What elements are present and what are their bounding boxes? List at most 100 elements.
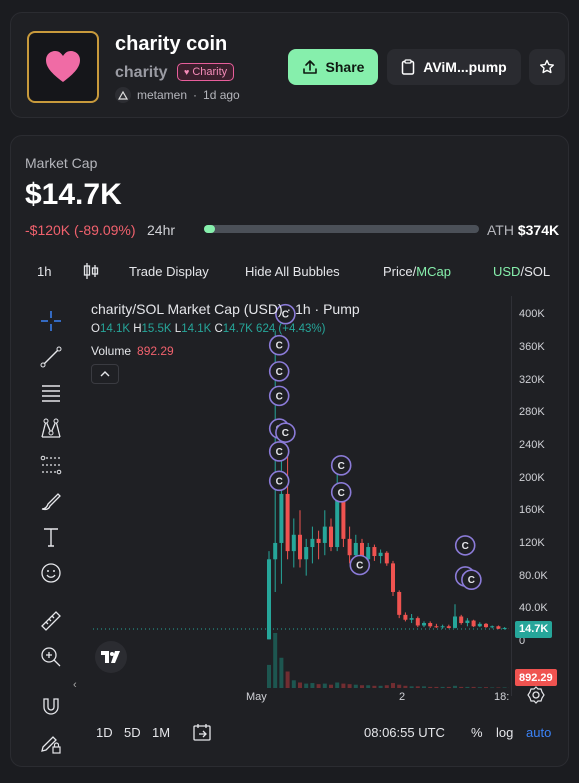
volume-bar (267, 664, 271, 688)
candle-type-icon[interactable] (83, 262, 99, 283)
candle-body (304, 547, 309, 560)
brush-icon[interactable] (37, 487, 65, 515)
last-volume-badge: 892.29 (515, 669, 557, 686)
market-cap-value: $14.7K (25, 178, 122, 211)
trade-bubble-label: C (276, 447, 283, 458)
candle-body (347, 538, 352, 556)
emoji-icon[interactable] (37, 559, 65, 587)
trade-bubble-label: C (356, 561, 363, 572)
log-toggle[interactable]: log (496, 725, 513, 740)
heart-icon (43, 48, 83, 86)
price-option[interactable]: Price (383, 264, 413, 279)
price-mcap-toggle[interactable]: Price/MCap (383, 264, 451, 279)
candle-body (384, 552, 389, 564)
candle-body (428, 623, 433, 627)
interval-selector[interactable]: 1h (37, 264, 51, 279)
candle-body (397, 591, 402, 615)
trend-line-icon[interactable] (37, 343, 65, 371)
trade-bubble-label: C (462, 541, 469, 552)
pattern-icon[interactable] (37, 415, 65, 443)
market-cap-change: -$120K (-89.09%) (25, 222, 136, 238)
volume-value: 892.29 (137, 344, 174, 358)
price-axis[interactable]: 400K 360K 320K 280K 240K 200K 160K 120K 80.0K 40.… (511, 296, 567, 696)
created-ago: 1d ago (203, 88, 240, 102)
chart-bottom-bar: 1D 5D 1M 08:06:55 UTC % log auto (11, 722, 568, 742)
trade-bubble-label: C (276, 341, 283, 352)
candle-body (366, 547, 371, 560)
candle-body (409, 618, 414, 620)
zoom-in-icon[interactable] (37, 643, 65, 671)
utc-clock[interactable]: 08:06:55 UTC (364, 725, 445, 740)
settings-gear-icon[interactable] (527, 686, 545, 709)
candle-body (484, 623, 488, 628)
upload-icon (302, 60, 317, 74)
collapse-toolbar-icon[interactable]: ‹ (73, 679, 77, 691)
magnet-icon[interactable] (37, 693, 65, 721)
fib-icon[interactable] (37, 451, 65, 479)
market-cap-label: Market Cap (25, 155, 98, 171)
volume-label: Volume (91, 344, 132, 358)
volume-bar (279, 657, 284, 688)
trade-bubble-label: C (276, 391, 283, 402)
tradingview-logo[interactable] (95, 641, 127, 673)
copy-address-button[interactable]: AViM...pump (387, 49, 521, 85)
auto-toggle[interactable]: auto (526, 725, 551, 740)
ruler-icon[interactable] (37, 607, 65, 635)
candle-body (298, 534, 302, 560)
collapse-legend-button[interactable] (91, 364, 119, 384)
heart-icon: ♥ (184, 67, 190, 77)
mcap-option[interactable]: MCap (416, 264, 451, 279)
share-button[interactable]: Share (288, 49, 378, 85)
y-tick-label: 240K (519, 438, 545, 451)
coin-avatar[interactable] (27, 31, 99, 103)
high-value: 15.5K (141, 323, 172, 335)
creator-name[interactable]: metamen (137, 88, 187, 102)
candle-body (422, 623, 426, 626)
low-value: 14.1K (181, 323, 212, 335)
category-tag[interactable]: ♥ Charity (177, 63, 235, 81)
candle-body (279, 493, 284, 543)
open-value: 14.1K (99, 323, 131, 335)
trade-bubble-label: C (282, 428, 289, 439)
y-tick-label: 320K (519, 373, 545, 386)
text-icon[interactable] (37, 523, 65, 551)
currency-toggle[interactable]: USD/SOL (493, 264, 550, 279)
category-tag-label: Charity (192, 66, 228, 78)
address-label: AViM...pump (423, 59, 507, 75)
x-tick-2: 2 (399, 691, 406, 703)
creator-avatar-icon[interactable] (115, 87, 131, 103)
ath-progress-fill (204, 225, 215, 233)
y-tick-label: 280K (519, 406, 545, 419)
range-1m[interactable]: 1M (152, 725, 170, 740)
candle-body (353, 542, 358, 556)
ath-value: $374K (517, 222, 560, 238)
hide-bubbles-button[interactable]: Hide All Bubbles (245, 264, 340, 279)
candle-body (477, 623, 482, 627)
range-5d[interactable]: 5D (124, 725, 141, 740)
goto-date-icon[interactable] (192, 722, 212, 745)
usd-option[interactable]: USD (493, 264, 520, 279)
close-value: 14.7K (222, 323, 253, 335)
y-tick-label: 400K (519, 308, 545, 321)
horizontal-lines-icon[interactable] (37, 379, 65, 407)
candle-body (465, 620, 470, 624)
open-label: O (91, 323, 100, 335)
candle-body (378, 552, 383, 557)
candle-body (496, 626, 501, 629)
sol-option[interactable]: SOL (524, 264, 550, 279)
favorite-button[interactable] (529, 49, 565, 85)
trade-display-button[interactable]: Trade Display (129, 264, 209, 279)
candle-body (372, 547, 377, 557)
crosshair-icon[interactable] (37, 307, 65, 335)
separator-dot: · (193, 88, 198, 102)
y-tick-label: 120K (519, 536, 545, 549)
trade-bubble-label: C (276, 367, 283, 378)
y-tick-label: 200K (519, 471, 545, 484)
time-axis[interactable]: May 2 18: (93, 688, 509, 708)
percent-toggle[interactable]: % (471, 725, 483, 740)
range-1d[interactable]: 1D (96, 725, 113, 740)
candle-body (446, 626, 451, 628)
candle-body (391, 563, 395, 592)
candle-body (285, 493, 290, 552)
volume-row: Volume 892.29 (91, 344, 174, 358)
